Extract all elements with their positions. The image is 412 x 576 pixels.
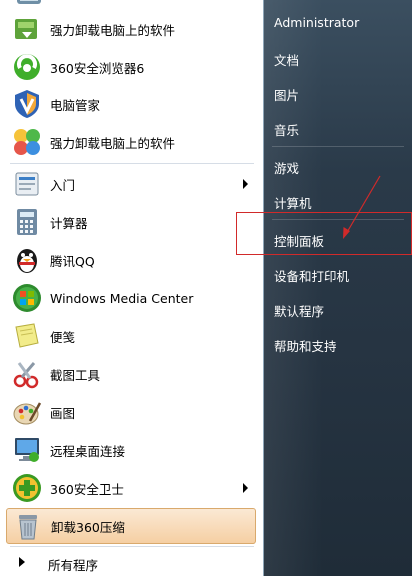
link-computer[interactable]: 计算机 [274,193,312,212]
program-item-label: Windows Media Center [50,290,194,306]
program-item-getting-started[interactable]: 入门 [6,166,256,202]
link-music[interactable]: 音乐 [274,120,299,139]
calculator-icon [17,209,37,235]
expand-arrow-icon [19,557,25,567]
sticky-note-icon [15,323,39,348]
program-item-label: 电脑管家 [50,97,101,113]
program-item-sticky-notes[interactable]: 便笺 [6,318,256,354]
separator [272,146,404,147]
butterfly-icon [14,129,40,155]
paint-palette-icon [13,402,42,425]
program-item-label: 360安全浏览器6 [50,60,145,76]
program-item-remote-desktop[interactable]: 远程桌面连接 [6,432,256,468]
link-default-programs[interactable]: 默认程序 [274,301,324,320]
program-item-label: 360安全卫士 [50,481,124,497]
program-item-uninstall-360zip[interactable]: 卸载360压缩 [6,508,256,544]
shield-v-icon [15,90,39,118]
program-item-snipping-tool[interactable]: 截图工具 [6,356,256,392]
link-help-support[interactable]: 帮助和支持 [274,336,337,355]
all-programs-button[interactable]: 所有程序 [0,548,262,576]
qq-penguin-icon [17,249,37,273]
program-item-label: 截图工具 [50,367,101,383]
separator [10,546,254,547]
submenu-arrow-icon [243,179,248,189]
program-item-label: 画图 [50,405,76,421]
scissors-icon [13,362,39,389]
trash-bin-icon [19,515,37,540]
separator [10,163,254,164]
program-item-paint[interactable]: 画图 [6,394,256,430]
program-item-360-guard[interactable]: 360安全卫士 [6,470,256,506]
start-menu: 强力卸载电脑上的软件 360安全浏览器6 电脑管家 强力卸载电脑上的软件 入门 … [0,0,412,576]
highlight-box [236,212,412,255]
windows-logo-icon [13,284,41,312]
360-guard-icon [13,474,41,502]
program-item-label: 远程桌面连接 [50,443,126,459]
submenu-arrow-icon [243,483,248,493]
program-item-360-browser[interactable]: 360安全浏览器6 [6,49,256,85]
program-item-label: 计算器 [50,215,88,231]
program-item-label: 腾讯QQ [50,253,95,269]
scrolled-icon [14,0,44,6]
program-item-calculator[interactable]: 计算器 [6,204,256,240]
program-item-media-center[interactable]: Windows Media Center [6,280,256,316]
user-name[interactable]: Administrator [274,15,359,30]
link-devices-printers[interactable]: 设备和打印机 [274,266,349,285]
program-item-label: 卸载360压缩 [51,519,125,535]
program-item-label: 便笺 [50,329,76,345]
link-documents[interactable]: 文档 [274,50,299,69]
all-programs-label: 所有程序 [48,558,99,573]
uninstall-box-icon [15,19,37,39]
program-item-tencent-qq[interactable]: 腾讯QQ [6,242,256,278]
360-browser-icon [14,54,40,80]
getting-started-icon [15,172,39,196]
program-item-pc-manager[interactable]: 电脑管家 [6,86,256,122]
program-item-label: 强力卸载电脑上的软件 [50,22,176,38]
places-pane: Administrator 文档 图片 音乐 游戏 计算机 控制面板 设备和打印… [264,0,412,576]
link-games[interactable]: 游戏 [274,158,299,177]
program-item-label: 入门 [50,177,76,193]
program-item-label: 强力卸载电脑上的软件 [50,135,176,151]
programs-pane: 强力卸载电脑上的软件 360安全浏览器6 电脑管家 强力卸载电脑上的软件 入门 … [0,0,264,576]
link-pictures[interactable]: 图片 [274,85,299,104]
program-item-uninstaller-2[interactable]: 强力卸载电脑上的软件 [6,124,256,160]
program-item-uninstaller[interactable]: 强力卸载电脑上的软件 [6,11,256,47]
remote-desktop-icon [15,438,39,462]
